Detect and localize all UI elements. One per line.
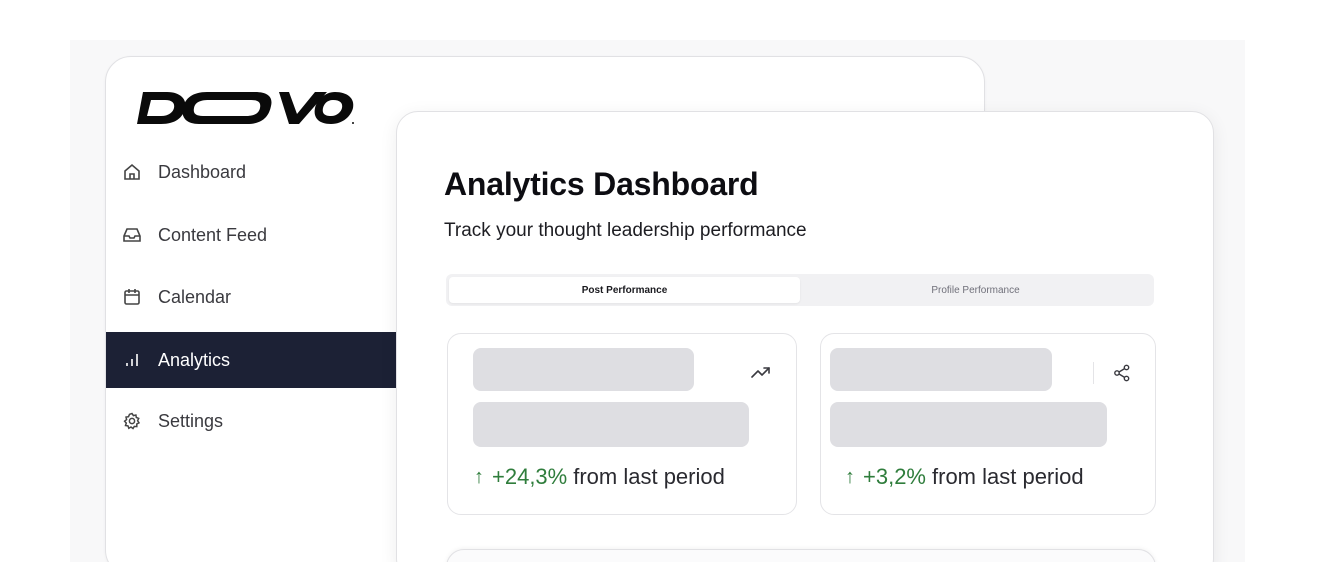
home-icon (120, 160, 144, 184)
sidebar-item-calendar[interactable]: Calendar (106, 269, 396, 325)
metric-change-value: +24,3% (492, 464, 568, 489)
share-icon (1109, 360, 1135, 386)
metric-change-suffix: from last period (932, 464, 1084, 489)
metric-change: ↑ +3,2% from last period (845, 464, 1084, 490)
metric-card: ↑ +3,2% from last period (820, 333, 1156, 515)
inbox-icon (120, 223, 144, 247)
arrow-up-icon: ↑ (474, 465, 484, 488)
tab-profile-performance[interactable]: Profile Performance (800, 277, 1151, 303)
sidebar-item-settings[interactable]: Settings (106, 393, 396, 449)
trending-up-icon (748, 360, 774, 386)
sidebar-item-label: Settings (158, 410, 224, 431)
sidebar-item-content-feed[interactable]: Content Feed (106, 207, 396, 263)
next-section-card (446, 549, 1156, 562)
sidebar-item-analytics[interactable]: Analytics (106, 332, 396, 388)
skeleton-title (473, 348, 694, 391)
performance-tabs: Post Performance Profile Performance (446, 274, 1154, 306)
sidebar-item-dashboard[interactable]: Dashboard (106, 144, 396, 200)
tab-post-performance[interactable]: Post Performance (449, 277, 800, 303)
bar-chart-icon (120, 348, 144, 372)
metric-change-value: +3,2% (863, 464, 926, 489)
page-subtitle: Track your thought leadership performanc… (444, 220, 807, 241)
skeleton-value (473, 402, 749, 447)
calendar-icon (120, 285, 144, 309)
metric-change-suffix: from last period (573, 464, 725, 489)
gear-icon (120, 409, 144, 433)
skeleton-value (830, 402, 1107, 447)
sidebar-item-label: Calendar (158, 286, 232, 307)
metric-card: ↑ +24,3% from last period (447, 333, 797, 515)
dovo-logo (137, 92, 354, 124)
arrow-up-icon: ↑ (845, 465, 855, 488)
metric-change: ↑ +24,3% from last period (474, 464, 725, 490)
card-divider (1093, 362, 1094, 384)
skeleton-title (830, 348, 1052, 391)
sidebar-item-label: Analytics (158, 349, 231, 370)
sidebar-item-label: Content Feed (158, 224, 268, 245)
sidebar-item-label: Dashboard (158, 161, 247, 182)
page-title: Analytics Dashboard (444, 166, 759, 202)
